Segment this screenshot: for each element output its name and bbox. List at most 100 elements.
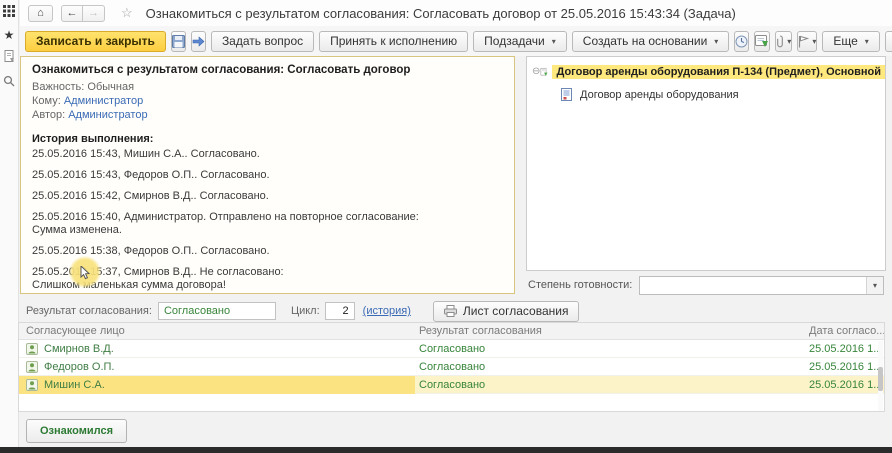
readiness-label: Степень готовности:: [528, 279, 632, 291]
history-entry: 25.05.2016 15:37, Смирнов В.Д.. Не согла…: [32, 266, 503, 292]
task-subject: Ознакомиться с результатом согласования:…: [32, 64, 503, 76]
history-entry-text: Сумма изменена.: [32, 224, 503, 237]
tree-child-row[interactable]: Договор аренды оборудования: [560, 85, 885, 104]
favorites-icon[interactable]: ★: [4, 29, 15, 41]
table-scrollbar[interactable]: [878, 341, 883, 411]
approver-name: Смирнов В.Д.: [44, 343, 114, 355]
tree-child-label: Договор аренды оборудования: [580, 89, 739, 101]
approvers-table: Согласующее лицо Результат согласования …: [18, 322, 885, 412]
command-bar: Записать и закрыть Задать вопрос Принять…: [20, 26, 892, 56]
approval-date: 25.05.2016 1...: [805, 379, 884, 391]
chevron-down-icon: ▾: [865, 37, 869, 46]
back-icon: ←: [67, 7, 78, 19]
forward-icon: →: [88, 7, 99, 19]
search-icon[interactable]: [3, 75, 15, 90]
attachments-button[interactable]: ▾: [775, 31, 792, 52]
accept-for-execution-button[interactable]: Принять к исполнению: [319, 31, 468, 52]
approval-sheet-button[interactable]: Лист согласования: [433, 301, 580, 322]
approval-date: 25.05.2016 1...: [805, 343, 884, 355]
left-sidebar: ★: [0, 0, 19, 447]
history-entry: 25.05.2016 15:42, Смирнов В.Д.. Согласов…: [32, 190, 503, 203]
approval-date: 25.05.2016 1...: [805, 361, 884, 373]
history-link[interactable]: (история): [363, 305, 411, 317]
subtasks-button[interactable]: Подзадачи ▾: [473, 31, 567, 52]
importance-label: Важность:: [32, 81, 84, 93]
create-based-on-button[interactable]: Создать на основании ▾: [572, 31, 730, 52]
assignee-label: Кому:: [32, 95, 61, 107]
history-entry-text: 25.05.2016 15:37, Смирнов В.Д.. Не согла…: [32, 266, 503, 279]
chevron-down-icon: ▾: [714, 37, 718, 46]
approver-name: Федоров О.П.: [44, 361, 115, 373]
result-label: Результат согласования:: [26, 305, 152, 317]
column-header-person[interactable]: Согласующее лицо: [19, 325, 415, 337]
save-button[interactable]: [171, 31, 186, 52]
home-icon: ⌂: [37, 7, 44, 19]
main-menu-grid-icon[interactable]: [3, 5, 15, 20]
add-to-favorites-icon[interactable]: ☆: [121, 5, 133, 21]
floppy-icon: [172, 35, 185, 48]
history-entry-text: 25.05.2016 15:40, Администратор. Отправл…: [32, 211, 503, 224]
help-button[interactable]: ?: [885, 31, 892, 52]
flag-button[interactable]: ▾: [797, 31, 817, 52]
approval-result: Согласовано: [415, 343, 805, 355]
author-link[interactable]: Администратор: [68, 109, 147, 121]
process-map-icon: [755, 35, 769, 48]
author-line: Автор: Администратор: [32, 109, 503, 121]
column-header-result[interactable]: Результат согласования: [415, 325, 805, 337]
go-to-button[interactable]: [191, 31, 206, 52]
table-row[interactable]: Смирнов В.Д. Согласовано 25.05.2016 1...: [19, 340, 884, 358]
column-header-date[interactable]: Дата согласо...: [805, 325, 884, 337]
scrollbar-thumb[interactable]: [878, 367, 883, 391]
history-entry: 25.05.2016 15:43, Мишин С.А.. Согласован…: [32, 148, 503, 161]
table-header: Согласующее лицо Результат согласования …: [19, 323, 884, 340]
recent-icon[interactable]: [3, 50, 15, 66]
chevron-down-icon[interactable]: ▾: [866, 277, 883, 294]
ask-question-button[interactable]: Задать вопрос: [211, 31, 314, 52]
history-entry-text: 25.05.2016 15:43, Мишин С.А.. Согласован…: [32, 148, 503, 161]
window-bottom-edge: [0, 447, 892, 453]
subtasks-label: Подзадачи: [484, 34, 545, 48]
collapse-icon[interactable]: ⊖: [532, 66, 540, 77]
assignee-line: Кому: Администратор: [32, 95, 503, 107]
importance-line: Важность: Обычная: [32, 81, 503, 93]
readiness-select[interactable]: ▾: [639, 276, 884, 295]
reminder-button[interactable]: [734, 31, 749, 52]
more-button[interactable]: Еще ▾: [822, 31, 879, 52]
save-and-close-button[interactable]: Записать и закрыть: [25, 31, 166, 52]
blue-arrow-icon: [192, 36, 205, 47]
table-row-selected[interactable]: Мишин С.А. Согласовано 25.05.2016 1...: [19, 376, 884, 394]
flag-icon: [798, 35, 809, 48]
home-button[interactable]: ⌂: [28, 5, 53, 22]
clock-icon: [735, 35, 748, 48]
cycle-label: Цикл:: [291, 305, 320, 317]
result-field[interactable]: Согласовано: [158, 302, 276, 320]
table-row[interactable]: Федоров О.П. Согласовано 25.05.2016 1...: [19, 358, 884, 376]
approver-person-icon: [26, 343, 38, 355]
history-entry-text: Слишком маленькая сумма договора!: [32, 279, 503, 292]
navigation-buttons: ← →: [61, 5, 105, 22]
printer-icon: [444, 305, 457, 317]
approval-result-row: Результат согласования: Согласовано Цикл…: [26, 300, 886, 322]
assignee-link[interactable]: Администратор: [64, 95, 143, 107]
forward-button[interactable]: →: [83, 5, 105, 22]
process-map-button[interactable]: [754, 31, 770, 52]
subject-document-icon: [540, 65, 548, 79]
chevron-down-icon: ▾: [552, 37, 556, 46]
history-entry-text: 25.05.2016 15:38, Федоров О.П.. Согласов…: [32, 245, 503, 258]
approval-result: Согласовано: [415, 361, 805, 373]
chevron-down-icon: ▾: [812, 37, 816, 46]
importance-value: Обычная: [87, 81, 134, 93]
contract-document-icon: [560, 88, 573, 101]
history-entry: 25.05.2016 15:40, Администратор. Отправл…: [32, 211, 503, 237]
back-button[interactable]: ←: [61, 5, 83, 22]
task-description-panel[interactable]: Ознакомиться с результатом согласования:…: [20, 56, 515, 294]
history-entry-text: 25.05.2016 15:43, Федоров О.П.. Согласов…: [32, 169, 503, 182]
title-bar: ⌂ ← → ☆ Ознакомиться с результатом согла…: [20, 0, 892, 26]
acknowledge-button[interactable]: Ознакомился: [26, 419, 127, 443]
paperclip-icon: [776, 35, 784, 48]
tree-root-row[interactable]: ⊖ Договор аренды оборудования П-134 (Пре…: [527, 62, 885, 81]
history-entry: 25.05.2016 15:38, Федоров О.П.. Согласов…: [32, 245, 503, 258]
history-entry-text: 25.05.2016 15:42, Смирнов В.Д.. Согласов…: [32, 190, 503, 203]
cycle-field[interactable]: 2: [325, 302, 355, 320]
approver-name: Мишин С.А.: [44, 379, 105, 391]
